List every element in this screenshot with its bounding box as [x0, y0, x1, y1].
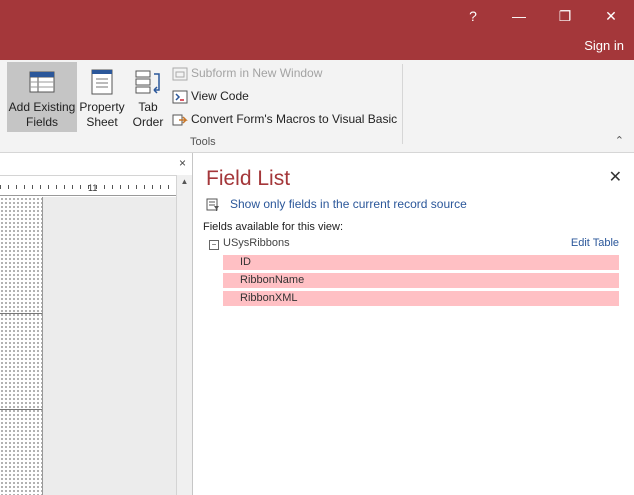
ribbon: Add Existing Fields Property Sheet Tab O… [0, 60, 634, 153]
subform-icon [172, 67, 188, 81]
pane-header: × [0, 153, 192, 176]
title-bar: ? — ❐ ✕ Sign in [0, 0, 634, 60]
help-button[interactable]: ? [461, 6, 485, 26]
sign-in-link[interactable]: Sign in [584, 38, 624, 53]
convert-macros-icon [172, 113, 188, 127]
fields-available-label: Fields available for this view: [203, 221, 344, 233]
tab-order-label-2: Order [132, 115, 164, 129]
design-grid[interactable] [0, 197, 43, 495]
close-window-button[interactable]: ✕ [599, 6, 623, 26]
ruler-mark-label: 11 [88, 183, 98, 193]
close-pane-icon[interactable]: × [179, 156, 186, 170]
vertical-scrollbar[interactable]: ▲ [176, 175, 192, 495]
tab-order-label-1: Tab [138, 100, 158, 114]
table-row: − USysRibbons Edit Table [209, 237, 619, 253]
convert-macros-label: Convert Form's Macros to Visual Basic [191, 112, 398, 126]
field-item[interactable]: ID [223, 255, 619, 270]
collapse-ribbon-icon[interactable]: ⌃ [615, 134, 624, 147]
convert-macros-button[interactable]: Convert Form's Macros to Visual Basic [172, 109, 397, 129]
property-sheet-icon [85, 66, 119, 98]
form-design-pane: × 11 ▲ [0, 153, 193, 495]
field-item[interactable]: RibbonXML [223, 291, 619, 306]
view-code-label: View Code [191, 89, 249, 103]
restore-button[interactable]: ❐ [553, 6, 577, 26]
view-code-button[interactable]: View Code [172, 86, 249, 106]
filter-icon [206, 198, 220, 212]
table-name[interactable]: USysRibbons [223, 237, 290, 249]
form-background [43, 197, 176, 495]
minimize-button[interactable]: — [507, 6, 531, 26]
add-existing-label-2: Fields [25, 115, 58, 129]
property-label-2: Sheet [86, 115, 118, 129]
section-divider [0, 409, 42, 410]
field-list-pane: Field List ✕ Show only fields in the cur… [193, 153, 634, 495]
field-item[interactable]: RibbonName [223, 273, 619, 288]
view-code-icon [172, 90, 188, 104]
edit-table-link[interactable]: Edit Table [571, 237, 619, 249]
close-field-list-icon[interactable]: ✕ [609, 167, 622, 187]
add-existing-label-1: Add Existing [8, 100, 76, 114]
section-divider [0, 313, 42, 314]
tab-order-button[interactable]: Tab Order [128, 62, 168, 132]
tab-order-icon [131, 66, 165, 98]
subform-label: Subform in New Window [191, 66, 323, 80]
add-fields-icon [25, 66, 59, 98]
subform-new-window-button[interactable]: Subform in New Window [172, 63, 322, 83]
collapse-icon[interactable]: − [209, 240, 219, 250]
scroll-up-icon[interactable]: ▲ [177, 175, 192, 189]
tools-group-label: Tools [190, 136, 216, 148]
show-only-label: Show only fields in the current record s… [230, 197, 467, 211]
field-list-title: Field List [206, 167, 291, 190]
property-label-1: Property [79, 100, 125, 114]
add-existing-fields-button[interactable]: Add Existing Fields [7, 62, 77, 132]
show-only-fields-link[interactable]: Show only fields in the current record s… [206, 197, 467, 212]
property-sheet-button[interactable]: Property Sheet [78, 62, 126, 132]
group-separator [402, 64, 403, 144]
